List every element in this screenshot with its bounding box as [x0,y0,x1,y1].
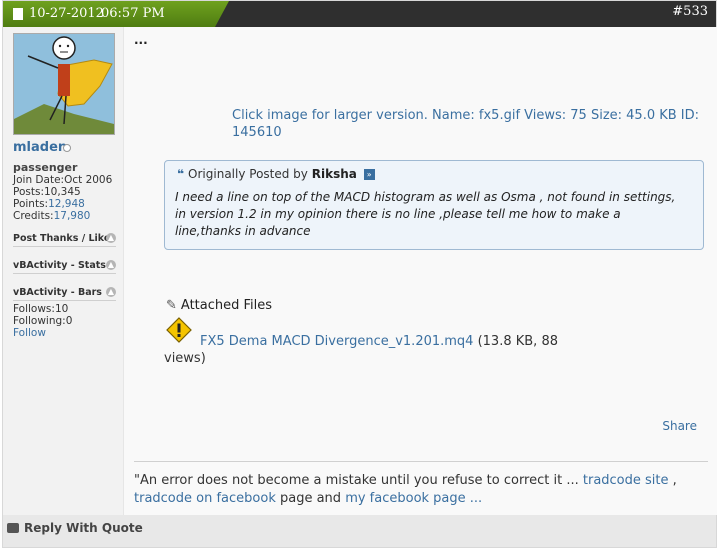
signature-text: , [668,473,677,488]
quote-text: I need a line on top of the MACD histogr… [175,190,676,238]
collapse-icon: ▲ [106,287,116,297]
username-link[interactable]: mladen [13,140,67,155]
posts-value: 10,345 [43,186,81,198]
quote-icon: ❝ [177,167,185,181]
user-info-panel: mladen passenger Join Date:Oct 2006 Post… [3,27,123,515]
join-date-label: Join Date: [13,174,65,186]
post-footer: Reply With Quote [3,515,716,547]
following-label: Following: [13,315,66,327]
follows-label: Follows: [13,303,55,315]
vbactivity-bars-section-toggle[interactable]: vBActivity - Bars ▲ [13,287,116,301]
post-thanks-section-label: Post Thanks / Like [13,233,111,244]
reply-with-quote-button[interactable]: Reply With Quote [7,521,143,535]
attached-file-entry: FX5 Dema MACD Divergence_v1.201.mq4 (13.… [164,333,584,367]
posts-stat: Posts:10,345 [13,186,81,198]
points-value-link[interactable]: 12,948 [48,198,85,210]
collapse-icon: ▲ [106,260,116,270]
posts-label: Posts: [13,186,44,198]
join-date-value: Oct 2006 [64,174,113,186]
my-facebook-page-link[interactable]: my facebook page ... [345,491,482,506]
image-attachment-link[interactable]: Click image for larger version. Name: fx… [232,107,712,141]
attached-files-heading: ✎ Attached Files [166,298,272,313]
vbactivity-stats-section-toggle[interactable]: vBActivity - Stats ▲ [13,260,116,274]
credits-stat: Credits:17,980 [13,210,90,222]
signature-text: "An error does not become a mistake unti… [134,473,583,488]
signature: "An error does not become a mistake unti… [134,472,709,508]
post-ellipsis: ... [134,33,148,47]
tradcode-facebook-link[interactable]: tradcode on facebook [134,491,276,506]
forum-post: 10-27-2012 06:57 PM #533 mladen passenge… [2,0,717,548]
post-date: 10-27-2012 [29,6,104,21]
tradcode-site-link[interactable]: tradcode site [583,473,669,488]
join-date-stat: Join Date:Oct 2006 [13,174,112,186]
document-icon [13,8,23,20]
quote-box: ❝ Originally Posted by Riksha » I need a … [164,160,704,250]
follow-link[interactable]: Follow [13,327,46,339]
view-post-arrow-icon[interactable]: » [363,169,375,180]
quote-author: Riksha [311,167,357,181]
credits-value-link[interactable]: 17,980 [54,210,91,222]
points-label: Points: [13,198,49,210]
signature-text: page and [275,491,346,506]
attached-files-label: Attached Files [180,298,273,313]
vbactivity-bars-section-label: vBActivity - Bars [13,287,102,298]
avatar[interactable] [13,33,115,135]
post-time: 06:57 PM [101,6,165,21]
collapse-icon: ▲ [106,233,116,243]
credits-label: Credits: [13,210,54,222]
following-value: 0 [65,315,73,327]
quote-prefix: Originally Posted by [188,167,308,181]
follows-value: 10 [54,303,69,315]
quote-header: ❝ Originally Posted by Riksha » [177,167,375,181]
share-link[interactable]: Share [662,419,697,433]
paperclip-icon: ✎ [166,298,177,313]
post-thanks-section-toggle[interactable]: Post Thanks / Like ▲ [13,233,116,247]
post-content: ... Click image for larger version. Name… [123,27,717,515]
user-title: passenger [13,161,78,174]
offline-status-icon [63,144,71,152]
following-stat: Following:0 [13,315,72,327]
points-stat: Points:12,948 [13,198,85,210]
vbactivity-stats-section-label: vBActivity - Stats [13,260,106,271]
post-header: 10-27-2012 06:57 PM #533 [3,1,716,27]
reply-with-quote-label: Reply With Quote [24,521,143,535]
attached-file-link[interactable]: FX5 Dema MACD Divergence_v1.201.mq4 [200,334,473,349]
post-number-link[interactable]: #533 [672,4,708,19]
stick-figure-avatar-image [14,34,114,134]
signature-divider [134,461,708,462]
follows-stat: Follows:10 [13,303,68,315]
quote-bubble-icon [7,523,19,533]
